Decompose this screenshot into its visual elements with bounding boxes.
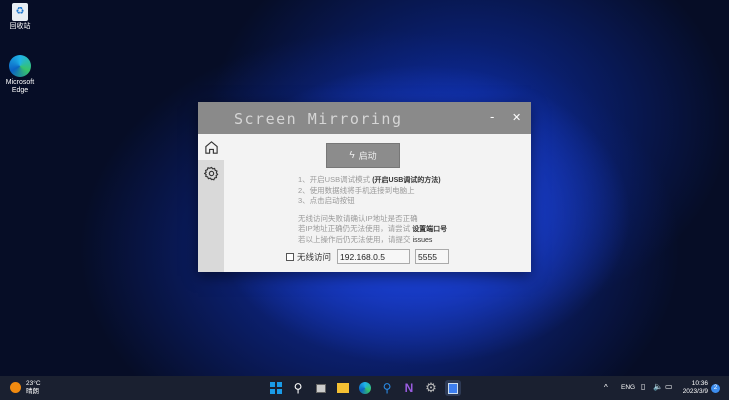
start-menu-icon[interactable] [268, 380, 284, 396]
weather-widget[interactable]: 23°C 晴朗 [26, 380, 41, 396]
notes: 无线访问失败请确认IP地址是否正确 若IP地址正确仍无法使用，请尝试 设置端口号… [298, 214, 448, 244]
screen-mirroring-window: Screen Mirroring - ✕ ϟ 启动 1、开启USB调试模式 (开启… [198, 102, 531, 272]
visual-studio-icon[interactable]: N [401, 380, 417, 396]
port-input[interactable] [415, 249, 450, 264]
sidebar [198, 134, 224, 272]
steps: 1、开启USB调试模式 (开启USB调试的方法) 2、使用数据线将手机连接到电脑… [298, 175, 441, 205]
ip-input[interactable] [337, 249, 411, 264]
volume-icon[interactable]: 🔈 [653, 382, 663, 391]
usb-help-link[interactable]: (开启USB调试的方法) [372, 177, 440, 184]
recycle-bin-icon: ♻ [12, 3, 28, 21]
search-app-icon[interactable]: ⚲ [379, 380, 395, 396]
gear-icon [203, 166, 218, 180]
sidebar-settings[interactable] [198, 160, 224, 186]
file-explorer-icon[interactable] [335, 380, 351, 396]
notification-badge[interactable]: 2 [711, 384, 720, 393]
settings-taskbar-icon[interactable]: ⚙ [423, 380, 439, 396]
language-indicator[interactable]: ENG [621, 384, 635, 391]
search-icon[interactable]: ⚲ [290, 380, 306, 396]
wireless-row: 无线访问 [286, 249, 450, 264]
edge-taskbar-icon[interactable] [357, 380, 373, 396]
title-bar[interactable]: Screen Mirroring - ✕ [198, 102, 531, 134]
desktop-icon-recycle-bin[interactable]: ♻ 回收站 [2, 3, 38, 31]
home-icon [204, 140, 218, 154]
close-button[interactable]: ✕ [512, 111, 521, 124]
wireless-checkbox[interactable] [286, 252, 294, 261]
screen-mirroring-taskbar-icon[interactable] [445, 380, 461, 396]
taskbar: 23°C 晴朗 ⚲ ⚲ N ⚙ ^ ENG ▯ 🔈 ▭ 10:36 2023/3/9… [0, 376, 729, 400]
task-view-icon[interactable] [313, 380, 329, 396]
window-title: Screen Mirroring [234, 110, 403, 128]
lightning-icon: ϟ [349, 150, 355, 161]
set-port-link[interactable]: 设置端口号 [412, 226, 447, 233]
weather-sun-icon[interactable] [10, 382, 21, 393]
clock[interactable]: 10:36 2023/3/9 [682, 380, 708, 396]
battery-icon[interactable]: ▭ [665, 382, 673, 391]
start-button[interactable]: ϟ 启动 [326, 143, 400, 168]
desktop-icon-edge[interactable]: Microsoft Edge [2, 55, 38, 95]
network-icon[interactable]: ▯ [641, 382, 645, 391]
show-hidden-icons[interactable]: ^ [604, 383, 608, 392]
minimize-button[interactable]: - [490, 109, 494, 124]
edge-icon [9, 55, 31, 77]
sidebar-home[interactable] [198, 134, 224, 160]
issues-link[interactable]: issues [413, 237, 433, 244]
